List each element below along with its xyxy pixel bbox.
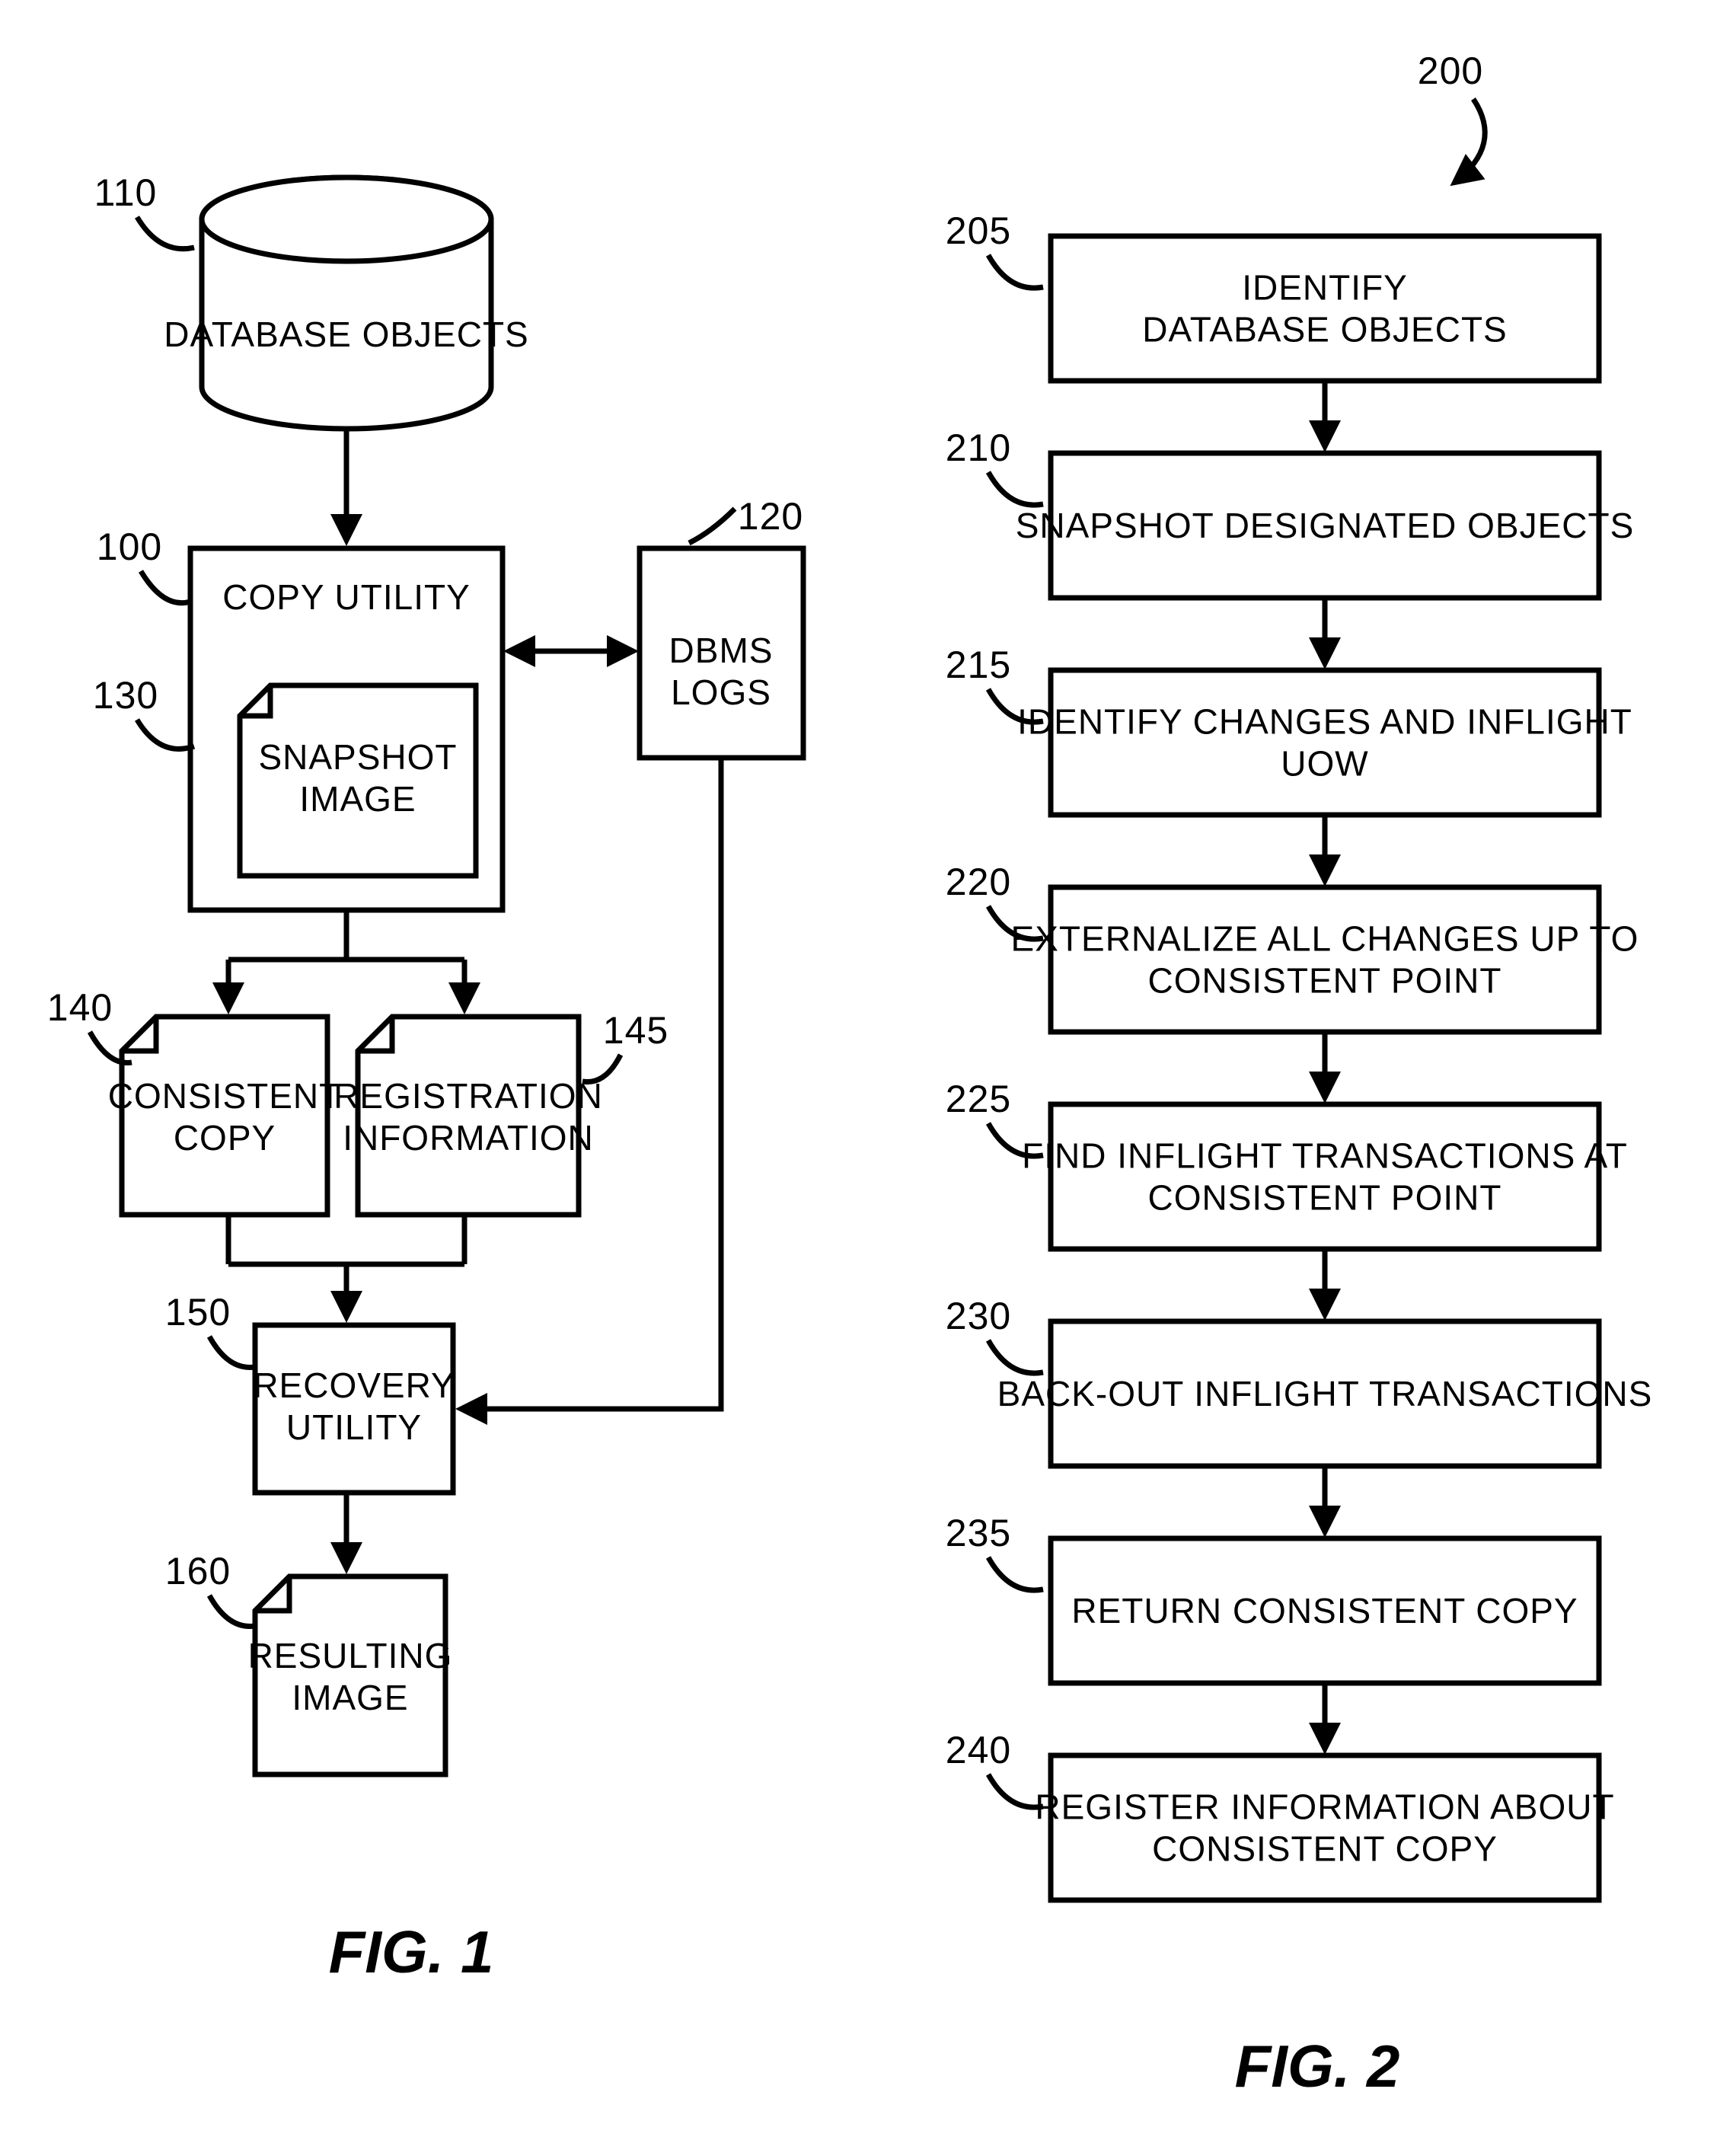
step-230: BACK-OUT INFLIGHT TRANSACTIONS [997,1321,1653,1466]
svg-text:DBMS: DBMS [669,631,774,670]
step-220: EXTERNALIZE ALL CHANGES UP TOCONSISTENT … [1011,887,1639,1032]
step-label: BACK-OUT INFLIGHT TRANSACTIONS [997,1374,1653,1413]
ref-140: 140 [47,986,132,1063]
step-210: SNAPSHOT DESIGNATED OBJECTS [1016,453,1635,598]
ref-235: 235 [946,1512,1043,1590]
svg-text:IMAGE: IMAGE [292,1678,408,1717]
svg-text:RECOVERY: RECOVERY [253,1365,455,1405]
step-label: IDENTIFY [1242,268,1408,308]
svg-text:SNAPSHOT: SNAPSHOT [258,737,457,777]
ref-150: 150 [165,1291,255,1368]
svg-text:REGISTRATION: REGISTRATION [333,1076,603,1116]
svg-text:RESULTING: RESULTING [248,1636,453,1675]
step-label: UOW [1281,744,1368,784]
svg-text:220: 220 [946,861,1011,903]
svg-text:INFORMATION: INFORMATION [343,1118,594,1158]
ref-205: 205 [946,209,1043,288]
ref-110: 110 [94,171,194,249]
svg-text:210: 210 [946,426,1011,469]
svg-text:225: 225 [946,1078,1011,1120]
svg-text:UTILITY: UTILITY [286,1407,422,1447]
ref-200: 200 [1418,50,1485,183]
step-225: FIND INFLIGHT TRANSACTIONS ATCONSISTENT … [1022,1104,1628,1249]
svg-text:235: 235 [946,1512,1011,1554]
svg-text:120: 120 [738,495,803,538]
svg-text:200: 200 [1418,50,1483,92]
step-label: EXTERNALIZE ALL CHANGES UP TO [1011,919,1639,959]
ref-120: 120 [689,495,803,543]
node-consistent-copy: CONSISTENT COPY [108,1017,341,1215]
node-database-objects: DATABASE OBJECTS [164,177,529,429]
svg-text:145: 145 [603,1009,669,1052]
fig2-caption: FIG. 2 [1235,2033,1400,2100]
node-dbms-logs: DBMS LOGS [640,548,803,758]
fig1: DATABASE OBJECTS 110 COPY UTILITY 100 SN… [47,171,803,1985]
ref-145: 145 [582,1009,669,1082]
step-215: IDENTIFY CHANGES AND INFLIGHTUOW [1017,670,1632,815]
fig2: 200 IDENTIFYDATABASE OBJECTS 205 SNAPSHOT … [946,50,1653,2100]
svg-text:110: 110 [94,171,158,214]
ref-130: 130 [93,674,194,749]
step-label: REGISTER INFORMATION ABOUT [1035,1787,1614,1827]
node-registration-information: REGISTRATION INFORMATION [333,1017,603,1215]
ref-100: 100 [97,525,190,603]
node-recovery-utility: RECOVERY UTILITY [253,1325,455,1493]
step-label: CONSISTENT POINT [1148,961,1502,1001]
step-label: CONSISTENT COPY [1152,1829,1498,1869]
svg-text:215: 215 [946,644,1011,686]
ref-230: 230 [946,1295,1043,1373]
svg-text:CONSISTENT: CONSISTENT [108,1076,341,1116]
step-205: IDENTIFYDATABASE OBJECTS [1051,236,1599,381]
step-label: SNAPSHOT DESIGNATED OBJECTS [1016,506,1635,545]
svg-text:100: 100 [97,525,162,568]
step-label: RETURN CONSISTENT COPY [1071,1591,1578,1631]
step-label: IDENTIFY CHANGES AND INFLIGHT [1017,702,1632,742]
svg-text:160: 160 [165,1550,231,1592]
step-label: DATABASE OBJECTS [1142,310,1508,350]
ref-160: 160 [165,1550,255,1627]
svg-text:COPY: COPY [174,1118,276,1158]
svg-text:205: 205 [946,209,1011,252]
svg-text:230: 230 [946,1295,1011,1337]
svg-text:240: 240 [946,1729,1011,1771]
label-copy-utility: COPY UTILITY [222,577,471,617]
fig1-caption: FIG. 1 [329,1918,494,1985]
label-database-objects: DATABASE OBJECTS [164,315,529,354]
node-resulting-image: RESULTING IMAGE [248,1576,453,1774]
ref-210: 210 [946,426,1043,505]
step-240: REGISTER INFORMATION ABOUTCONSISTENT COP… [1035,1755,1614,1900]
svg-text:140: 140 [47,986,113,1029]
svg-text:130: 130 [93,674,158,717]
step-235: RETURN CONSISTENT COPY [1051,1538,1599,1683]
step-label: FIND INFLIGHT TRANSACTIONS AT [1022,1136,1628,1176]
svg-text:LOGS: LOGS [671,672,771,712]
ref-240: 240 [946,1729,1043,1807]
step-label: CONSISTENT POINT [1148,1178,1502,1218]
svg-text:IMAGE: IMAGE [299,779,416,819]
node-snapshot-image: SNAPSHOT IMAGE [240,685,476,876]
svg-text:150: 150 [165,1291,231,1334]
